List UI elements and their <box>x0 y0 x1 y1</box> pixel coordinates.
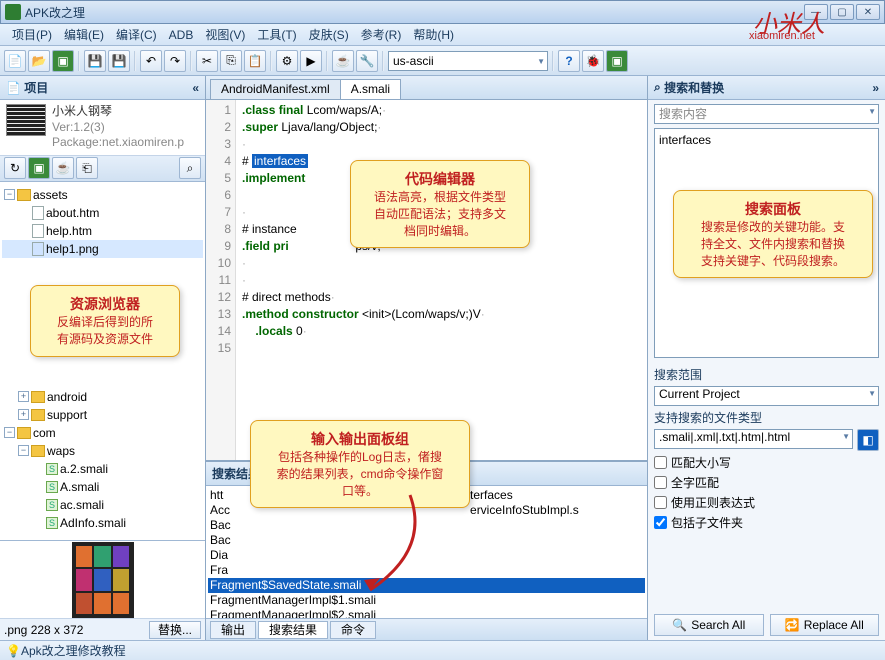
callout-search: 搜索面板搜索是修改的关键功能。支 持全文、文件内搜索和替换 支持关键字、代码段搜… <box>673 190 873 278</box>
save-icon[interactable]: 💾 <box>84 50 106 72</box>
status-text: Apk改之理修改教程 <box>21 642 126 659</box>
apk-icon[interactable]: ▣ <box>52 50 74 72</box>
search-panel-title: 搜索和替换 <box>664 79 724 96</box>
line-gutter: 123456789101112131415 <box>206 100 236 460</box>
cut-icon[interactable]: ✂ <box>196 50 218 72</box>
types-browse-icon[interactable]: ◧ <box>857 429 879 451</box>
window-title: APK改之理 <box>25 4 804 21</box>
redo-icon[interactable]: ↷ <box>164 50 186 72</box>
project-tree[interactable]: −assets about.htm help.htm help1.png +an… <box>0 182 205 540</box>
close-button[interactable]: ✕ <box>856 4 880 20</box>
bug-icon[interactable]: 🐞 <box>582 50 604 72</box>
package-icon <box>6 104 46 136</box>
types-label: 支持搜索的文件类型 <box>654 409 879 426</box>
filter-icon[interactable]: ☕ <box>52 157 74 179</box>
menu-tools[interactable]: 工具(T) <box>251 24 302 45</box>
app-icon <box>5 4 21 20</box>
new-icon[interactable]: 📄 <box>4 50 26 72</box>
nav-icon[interactable]: ▣ <box>28 157 50 179</box>
types-combo[interactable]: .smali|.xml|.txt|.htm|.html <box>654 429 853 449</box>
menu-compile[interactable]: 编译(C) <box>110 24 163 45</box>
copy-icon[interactable]: ⎘ <box>220 50 242 72</box>
search-icon: ⌕ <box>654 80 661 95</box>
run-icon[interactable]: ▶ <box>300 50 322 72</box>
magnify-icon: 🔍 <box>672 618 687 632</box>
tool-icon[interactable]: 🔧 <box>356 50 378 72</box>
collapse-left-icon[interactable]: « <box>192 81 199 95</box>
callout-editor: 代码编辑器语法高亮，根据文件类型 自动匹配语法；支持多文 档同时编辑。 <box>350 160 530 248</box>
btab-output[interactable]: 输出 <box>210 621 256 639</box>
menu-ref[interactable]: 参考(R) <box>355 24 408 45</box>
minimize-button[interactable]: — <box>804 4 828 20</box>
replace-icon: 🔁 <box>785 618 800 632</box>
menu-project[interactable]: 项目(P) <box>6 24 58 45</box>
undo-icon[interactable]: ↶ <box>140 50 162 72</box>
help-icon[interactable]: ? <box>558 50 580 72</box>
tab-manifest[interactable]: AndroidManifest.xml <box>210 79 341 99</box>
thumbnail-preview <box>72 542 134 618</box>
menu-skin[interactable]: 皮肤(S) <box>303 24 355 45</box>
find-icon[interactable]: ⌕ <box>179 157 201 179</box>
menu-edit[interactable]: 编辑(E) <box>58 24 110 45</box>
opt-case[interactable]: 匹配大小写 <box>654 454 879 471</box>
tree-icon[interactable]: ⎗ <box>76 157 98 179</box>
thumb-info: .png 228 x 372 <box>4 623 83 637</box>
menu-adb[interactable]: ADB <box>163 26 200 44</box>
tab-smali[interactable]: A.smali <box>340 79 401 99</box>
open-icon[interactable]: 📂 <box>28 50 50 72</box>
replace-button[interactable]: 替换... <box>149 621 201 639</box>
menu-help[interactable]: 帮助(H) <box>407 24 460 45</box>
scope-label: 搜索范围 <box>654 366 879 383</box>
btab-results[interactable]: 搜索结果 <box>258 621 328 639</box>
project-panel-title: 项目 <box>24 79 48 96</box>
code-editor[interactable]: .class final Lcom/waps/A;· .super Ljava/… <box>236 100 647 460</box>
menubar: 项目(P) 编辑(E) 编译(C) ADB 视图(V) 工具(T) 皮肤(S) … <box>0 24 885 46</box>
charset-combo[interactable]: us-ascii <box>388 51 548 71</box>
app-version: Ver:1.2(3) <box>52 120 184 136</box>
build-icon[interactable]: ⚙ <box>276 50 298 72</box>
refresh-icon[interactable]: ↻ <box>4 157 26 179</box>
btab-cmd[interactable]: 命令 <box>330 621 376 639</box>
about-icon[interactable]: ▣ <box>606 50 628 72</box>
menu-view[interactable]: 视图(V) <box>199 24 251 45</box>
search-term-combo[interactable]: 搜索内容 <box>654 104 879 124</box>
saveall-icon[interactable]: 💾 <box>108 50 130 72</box>
app-package: Package:net.xiaomiren.p <box>52 135 184 151</box>
collapse-right-icon[interactable]: » <box>872 81 879 95</box>
replace-all-button[interactable]: 🔁Replace All <box>770 614 880 636</box>
scope-combo[interactable]: Current Project <box>654 386 879 406</box>
callout-browser: 资源浏览器反编译后得到的所 有源码及资源文件 <box>30 285 180 357</box>
callout-io: 输入输出面板组包括各种操作的Log日志，偖搜 索的结果列表，cmd命令操作窗 口… <box>250 420 470 508</box>
file-icon: 📄 <box>6 81 21 95</box>
maximize-button[interactable]: ▢ <box>830 4 854 20</box>
app-name: 小米人钢琴 <box>52 104 184 120</box>
paste-icon[interactable]: 📋 <box>244 50 266 72</box>
search-all-button[interactable]: 🔍Search All <box>654 614 764 636</box>
opt-whole[interactable]: 全字匹配 <box>654 474 879 491</box>
opt-subdir[interactable]: 包括子文件夹 <box>654 514 879 531</box>
toolbar: 📄 📂 ▣ 💾 💾 ↶ ↷ ✂ ⎘ 📋 ⚙ ▶ ☕ 🔧 us-ascii ? 🐞… <box>0 46 885 76</box>
java-icon[interactable]: ☕ <box>332 50 354 72</box>
opt-regex[interactable]: 使用正则表达式 <box>654 494 879 511</box>
